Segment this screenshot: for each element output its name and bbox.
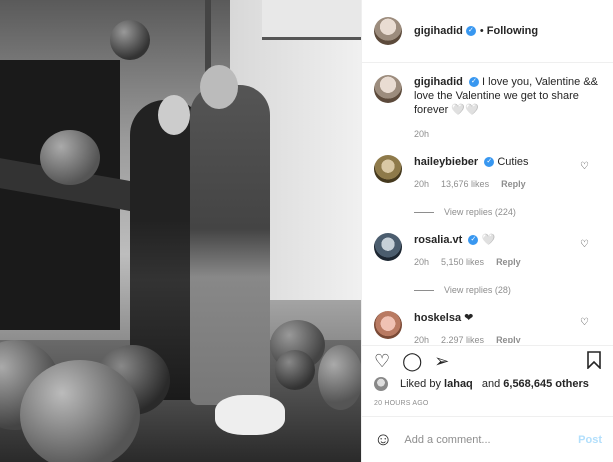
photo-balloon (40, 130, 100, 185)
comment-likes[interactable]: 13,676 likes (441, 177, 489, 191)
comment-like-heart-icon[interactable]: ♡ (580, 239, 589, 250)
commenter-avatar[interactable] (374, 311, 402, 339)
likes-joiner: and (481, 378, 501, 390)
heart-icon[interactable]: ♡ (374, 352, 390, 370)
comment-meta: 20h 5,150 likes Reply (414, 255, 582, 269)
action-bar: ♡ ◯ ➢ Liked by lahaq and 6,568,645 other… (362, 345, 613, 407)
caption-time[interactable]: 20h (414, 127, 601, 141)
view-replies-button[interactable]: View replies (224) (414, 205, 582, 219)
photo-person (190, 85, 270, 405)
comment-time[interactable]: 20h (414, 333, 429, 343)
paper-plane-icon[interactable]: ➢ (434, 352, 449, 370)
caption-avatar[interactable] (374, 75, 402, 103)
comments-list[interactable]: gigihadid ✓ I love you, Valentine && lov… (362, 63, 613, 343)
commenter-avatar[interactable] (374, 155, 402, 183)
comment-item: hoskelsa ❤ 20h 2,297 likes Reply ♡ (374, 311, 601, 343)
likes-prefix: Liked by (400, 378, 441, 390)
caption-body: gigihadid ✓ I love you, Valentine && lov… (414, 75, 601, 141)
photo-window (262, 0, 361, 40)
caption-username[interactable]: gigihadid (414, 76, 463, 88)
comment-text: ❤ (464, 312, 474, 324)
view-replies-label: View replies (28) (444, 285, 511, 295)
view-replies-line (414, 289, 434, 291)
photo-balloon (318, 345, 361, 410)
comment-time[interactable]: 20h (414, 255, 429, 269)
reply-button[interactable]: Reply (496, 333, 521, 343)
comment-like-heart-icon[interactable]: ♡ (580, 161, 589, 172)
view-replies-label: View replies (224) (444, 207, 516, 217)
photo-balloon (275, 350, 315, 390)
likes-count[interactable]: 6,568,645 others (503, 378, 589, 390)
liker-username[interactable]: lahaq (444, 378, 473, 390)
comment-username[interactable]: hoskelsa (414, 312, 461, 324)
comment-time[interactable]: 20h (414, 177, 429, 191)
comment-body: hoskelsa ❤ 20h 2,297 likes Reply (414, 311, 582, 343)
action-icons: ♡ ◯ ➢ (374, 346, 602, 376)
post-timestamp[interactable]: 20 HOURS AGO (374, 400, 602, 407)
caption: gigihadid ✓ I love you, Valentine && lov… (374, 75, 601, 141)
photo-balloon (110, 20, 150, 60)
author-username[interactable]: gigihadid (414, 25, 463, 37)
comment-like-heart-icon[interactable]: ♡ (580, 317, 589, 328)
reply-button[interactable]: Reply (501, 177, 526, 191)
commenter-avatar[interactable] (374, 233, 402, 261)
likes-summary: Liked by lahaq and 6,568,645 others (374, 377, 602, 391)
liker-avatar[interactable] (374, 377, 388, 391)
view-replies-line (414, 211, 434, 213)
view-replies-button[interactable]: View replies (28) (414, 283, 582, 297)
likes-text: Liked by lahaq and 6,568,645 others (394, 378, 589, 390)
bookmark-icon-svg (587, 350, 601, 370)
post-sidebar: gigihadid ✓ • Following gigihadid ✓ I lo… (361, 0, 613, 462)
comment-likes[interactable]: 2,297 likes (441, 333, 484, 343)
comment-text: 🤍 (481, 234, 496, 246)
reply-button[interactable]: Reply (496, 255, 521, 269)
verified-badge-icon: ✓ (468, 77, 479, 88)
photo-head (200, 65, 238, 109)
comment-meta: 20h 13,676 likes Reply (414, 177, 582, 191)
photo-head (158, 95, 190, 135)
add-comment-bar: ☺ Post (362, 416, 613, 462)
comment-body: rosalia.vt ✓ 🤍 20h 5,150 likes Reply Vie… (414, 233, 582, 297)
following-button[interactable]: Following (487, 25, 538, 37)
comment-username[interactable]: haileybieber (414, 156, 478, 168)
comment-input[interactable] (404, 433, 579, 446)
comment-text: Cuties (497, 156, 529, 168)
post-photo[interactable] (0, 0, 361, 462)
comment-item: haileybieber ✓ Cuties 20h 13,676 likes R… (374, 155, 601, 219)
comment-username[interactable]: rosalia.vt (414, 234, 462, 246)
comment-meta: 20h 2,297 likes Reply (414, 333, 582, 343)
author-avatar[interactable] (374, 17, 402, 45)
post-header: gigihadid ✓ • Following (362, 0, 613, 63)
photo-balloon (20, 360, 140, 462)
photo-shoes (215, 395, 285, 435)
verified-badge-icon: ✓ (468, 235, 479, 246)
comment-body: haileybieber ✓ Cuties 20h 13,676 likes R… (414, 155, 582, 219)
smiley-icon[interactable]: ☺ (374, 429, 392, 450)
verified-badge-icon: ✓ (484, 157, 495, 168)
separator-dot: • (479, 25, 484, 37)
post-button[interactable]: Post (578, 434, 602, 446)
verified-badge-icon: ✓ (465, 26, 476, 36)
comment-likes[interactable]: 5,150 likes (441, 255, 484, 269)
bookmark-icon[interactable] (586, 350, 602, 372)
comment-icon[interactable]: ◯ (402, 352, 422, 370)
comment-item: rosalia.vt ✓ 🤍 20h 5,150 likes Reply Vie… (374, 233, 601, 297)
